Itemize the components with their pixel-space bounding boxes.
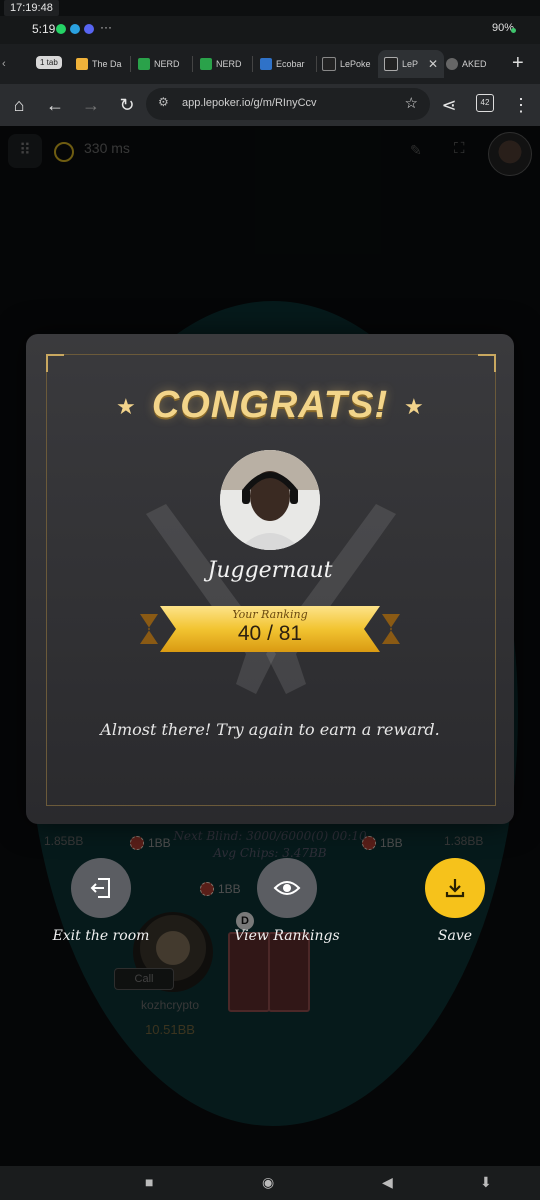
exit-icon [71, 858, 131, 918]
winner-avatar [220, 450, 320, 550]
screen-recorder-clock: 17:19:48 [4, 0, 59, 16]
star-right-icon: ★ [404, 394, 424, 419]
winner-photo [220, 450, 320, 550]
notification-icons [56, 24, 94, 34]
browser-tab-strip: ‹ 1 tab The Da NERD NERD Ecobar LePoke L… [0, 44, 540, 84]
tab-favicon-icon [446, 58, 458, 70]
tab-divider [252, 56, 253, 72]
browser-toolbar: ⌂ ← → ↻ ⚙ app.lepoker.io/g/m/RInyCcv ☆ ⋖… [0, 84, 540, 126]
back-icon[interactable]: ← [42, 92, 68, 118]
home-nav-icon[interactable]: ◉ [262, 1174, 274, 1191]
download-icon [425, 858, 485, 918]
exit-room-label: Exit the room [52, 928, 150, 944]
winner-name: Juggernaut [207, 558, 333, 583]
whatsapp-icon [56, 24, 66, 34]
congrats-modal: ★ CONGRATS! ★ Juggernaut Your Ranking 40… [26, 334, 514, 824]
tab-the-da[interactable]: The Da [76, 50, 122, 78]
view-rankings-label: View Rankings [234, 928, 340, 944]
forward-icon[interactable]: → [78, 92, 104, 118]
ranking-value: 40 / 81 [237, 622, 303, 645]
tab-count-button[interactable]: 42 [476, 94, 494, 112]
status-time: 5:19 [32, 22, 56, 36]
tab-label: Ecobar [276, 59, 305, 69]
encouragement-message: Almost there! Try again to earn a reward… [100, 720, 440, 739]
assistant-icon[interactable]: ⬇ [480, 1174, 492, 1191]
system-navigation-bar: ■ ◉ ◀ ⬇ [0, 1166, 540, 1200]
camera-indicator-icon [511, 28, 516, 33]
tab-divider [130, 56, 131, 72]
tab-label: AKED [462, 59, 487, 69]
tab-favicon-icon [384, 57, 398, 71]
recents-icon[interactable]: ■ [145, 1174, 153, 1190]
tab-divider [192, 56, 193, 72]
tab-label: The Da [92, 59, 122, 69]
tab-lepoker[interactable]: LePoke [322, 50, 371, 78]
congrats-title: CONGRATS! [151, 384, 389, 426]
more-notifications-icon: ··· [100, 20, 112, 34]
tab-label: NERD [154, 59, 180, 69]
tab-favicon-icon [260, 58, 272, 70]
tab-favicon-icon [200, 58, 212, 70]
tab-nerd-2[interactable]: NERD [200, 50, 242, 78]
address-bar[interactable]: ⚙ app.lepoker.io/g/m/RInyCcv ☆ [146, 88, 430, 120]
close-tab-icon[interactable]: ✕ [428, 57, 438, 71]
back-nav-icon[interactable]: ◀ [382, 1174, 393, 1191]
status-bar: 5:19 ··· 90% [0, 16, 540, 44]
tab-label: LePoke [340, 59, 371, 69]
tab-group-chip[interactable]: 1 tab [36, 56, 62, 69]
browser-menu-icon[interactable]: ⋮ [508, 92, 534, 118]
bookmark-star-icon[interactable]: ☆ [405, 94, 418, 112]
eye-icon [257, 858, 317, 918]
new-tab-icon[interactable]: + [512, 52, 524, 75]
tab-label: NERD [216, 59, 242, 69]
exit-room-button[interactable]: Exit the room [46, 858, 156, 944]
ranking-label: Your Ranking [232, 608, 308, 621]
save-button[interactable]: Save [410, 858, 500, 944]
tab-label: LeP [402, 59, 419, 69]
tab-favicon-icon [76, 58, 88, 70]
scroll-left-icon[interactable]: ‹ [2, 58, 6, 70]
url-text: app.lepoker.io/g/m/RInyCcv [182, 97, 317, 109]
share-icon[interactable]: ⋖ [436, 92, 462, 118]
tab-nerd-1[interactable]: NERD [138, 50, 180, 78]
tab-favicon-icon [322, 57, 336, 71]
reload-icon[interactable]: ↻ [114, 92, 140, 118]
save-label: Save [437, 928, 473, 944]
tab-aked[interactable]: AKED [446, 50, 487, 78]
view-rankings-button[interactable]: View Rankings [227, 858, 347, 944]
tab-ecobar[interactable]: Ecobar [260, 50, 305, 78]
tab-favicon-icon [138, 58, 150, 70]
tab-divider [316, 56, 317, 72]
poker-game-area: ⠿ 330 ms ✎ ⛶ 1.85BB 1.38BB 1BB 1BB 1BB N… [0, 126, 540, 1166]
home-icon[interactable]: ⌂ [6, 92, 32, 118]
site-settings-icon[interactable]: ⚙ [158, 95, 169, 109]
telegram-icon [70, 24, 80, 34]
tab-lepoker-active[interactable]: LeP ✕ [378, 50, 445, 78]
discord-icon [84, 24, 94, 34]
